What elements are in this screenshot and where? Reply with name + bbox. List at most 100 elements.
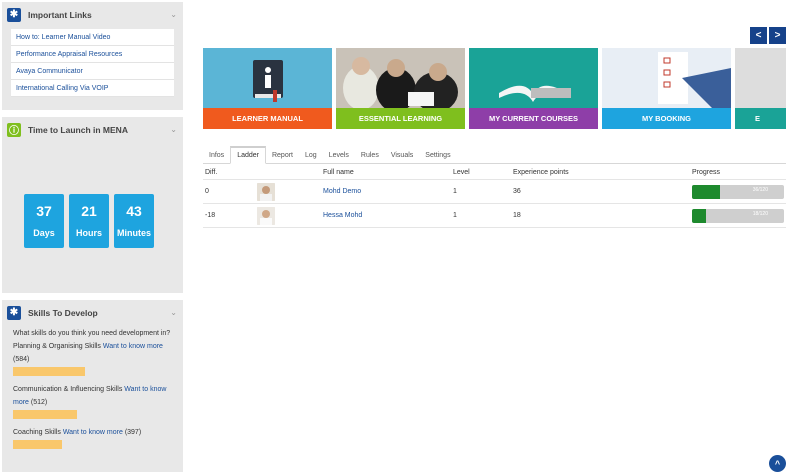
skill-item: Communication & Influencing Skills Want … [13,383,172,419]
progress-bar: 18/120 [692,204,784,227]
table-row: 0 Mohd Demo 1 36 36/120 [203,180,786,204]
table-row: -18 Hessa Mohd 1 18 18/120 [203,204,786,228]
tab-levels[interactable]: Levels [323,146,355,164]
tile-essential-learning[interactable]: ESSENTIAL LEARNING [336,48,465,129]
row-experience-points: 18 [513,212,521,219]
progress-track: 18/120 [692,208,784,223]
avatar[interactable] [257,180,275,203]
row-level: 1 [453,188,457,195]
tile-carousel: LEARNER MANUAL ESSENTIAL LEARNING MY CUR… [203,48,786,129]
countdown-minutes-label: Minutes [116,228,151,238]
header-experience-points: Experience points [513,168,569,176]
avatar[interactable] [257,204,275,227]
scroll-to-top-button[interactable]: ^ [769,455,786,472]
tile-learner-manual[interactable]: LEARNER MANUAL [203,48,332,129]
time-to-launch-block: ⓘ Time to Launch in MENA ⌄ 37 Days 21 Ho… [2,117,183,293]
link-performance-appraisal[interactable]: Performance Appraisal Resources [11,46,174,63]
tile-partial[interactable]: E [735,48,786,129]
skills-body: What skills do you think you need develo… [2,325,183,458]
progress-track: 36/120 [692,184,784,199]
tile-my-current-courses[interactable]: MY CURRENT COURSES [469,48,598,129]
row-diff: -18 [205,212,216,219]
chevron-down-icon[interactable]: ⌄ [170,308,177,317]
skills-header[interactable]: ✱ Skills To Develop ⌄ [2,300,183,325]
important-links-header[interactable]: ✱ Important Links ⌄ [2,2,183,27]
open-book-icon [499,85,571,102]
people-photo [343,57,458,108]
tile-label: ESSENTIAL LEARNING [336,108,465,129]
countdown-days-value: 37 [36,203,52,219]
tab-report[interactable]: Report [266,146,299,164]
tile-label: LEARNER MANUAL [203,108,332,129]
row-level: 1 [453,212,457,219]
progress-fill [692,184,720,199]
carousel-prev-button[interactable]: < [750,27,767,44]
important-links-block: ✱ Important Links ⌄ How to: Learner Manu… [2,2,183,110]
countdown-minutes: 43 Minutes [114,194,154,248]
countdown-hours-value: 21 [81,203,97,219]
important-links-title: Important Links [28,9,92,20]
link-learner-manual-video[interactable]: How to: Learner Manual Video [11,29,174,46]
ladder-tabs: Infos Ladder Report Log Levels Rules Vis… [203,146,786,164]
tile-image [336,48,465,108]
page: ✱ Important Links ⌄ How to: Learner Manu… [0,0,804,472]
tile-image [735,48,786,108]
skill-count: (584) [13,356,30,363]
skills-question: What skills do you think you need develo… [13,330,171,337]
row-diff: 0 [205,188,209,195]
countdown: 37 Days 21 Hours 43 Minutes [24,194,154,248]
tile-my-booking[interactable]: MY BOOKING [602,48,731,129]
want-to-know-more-link[interactable]: Want to know more [63,429,123,436]
avatar-image [257,182,275,201]
progress-bar: 36/120 [692,180,784,203]
row-experience-points: 36 [513,188,521,195]
countdown-hours-label: Hours [75,228,102,238]
tab-rules[interactable]: Rules [355,146,385,164]
tile-image [203,48,332,108]
tile-label: MY CURRENT COURSES [469,108,598,129]
asterisk-icon: ✱ [7,305,21,320]
tile-image [602,48,731,108]
row-full-name[interactable]: Mohd Demo [323,180,361,203]
chevron-down-icon[interactable]: ⌄ [170,10,177,19]
countdown-minutes-value: 43 [126,203,142,219]
skill-count: (397) [124,429,142,436]
carousel-next-button[interactable]: > [769,27,786,44]
time-to-launch-title: Time to Launch in MENA [28,124,128,135]
avatar-image [257,206,275,225]
links-list: How to: Learner Manual Video Performance… [11,29,174,97]
asterisk-icon: ✱ [7,7,21,22]
tab-infos[interactable]: Infos [203,146,230,164]
tab-log[interactable]: Log [299,146,323,164]
skill-count: (512) [30,399,48,406]
tile-image [469,48,598,108]
skill-bar [13,410,77,419]
header-full-name: Full name [323,168,354,176]
row-full-name[interactable]: Hessa Mohd [323,204,362,227]
tab-ladder[interactable]: Ladder [230,146,266,164]
skills-block: ✱ Skills To Develop ⌄ What skills do you… [2,300,183,472]
header-diff: Diff. [205,168,218,176]
tile-label: MY BOOKING [602,108,731,129]
skill-name: Planning & Organising Skills [13,343,101,350]
progress-text: 18/120 [752,210,768,217]
header-level: Level [453,168,470,176]
want-to-know-more-link[interactable]: Want to know more [103,343,163,350]
ladder-table: Diff. Full name Level Experience points … [203,165,786,228]
tile-label: E [735,108,786,129]
time-to-launch-header[interactable]: ⓘ Time to Launch in MENA ⌄ [2,117,183,142]
tab-settings[interactable]: Settings [419,146,456,164]
skill-item: Planning & Organising Skills Want to kno… [13,340,172,376]
skill-name: Coaching Skills [13,429,61,436]
chevron-down-icon[interactable]: ⌄ [170,125,177,134]
table-header: Diff. Full name Level Experience points … [203,165,786,180]
book-icon [253,60,283,102]
link-international-calling[interactable]: International Calling Via VOIP [11,80,174,97]
tab-visuals[interactable]: Visuals [385,146,419,164]
skill-name: Communication & Influencing Skills [13,386,123,393]
link-avaya-communicator[interactable]: Avaya Communicator [11,63,174,80]
progress-fill [692,208,706,223]
clock-icon: ⓘ [7,122,21,137]
checklist-icon [658,52,731,108]
countdown-hours: 21 Hours [69,194,109,248]
